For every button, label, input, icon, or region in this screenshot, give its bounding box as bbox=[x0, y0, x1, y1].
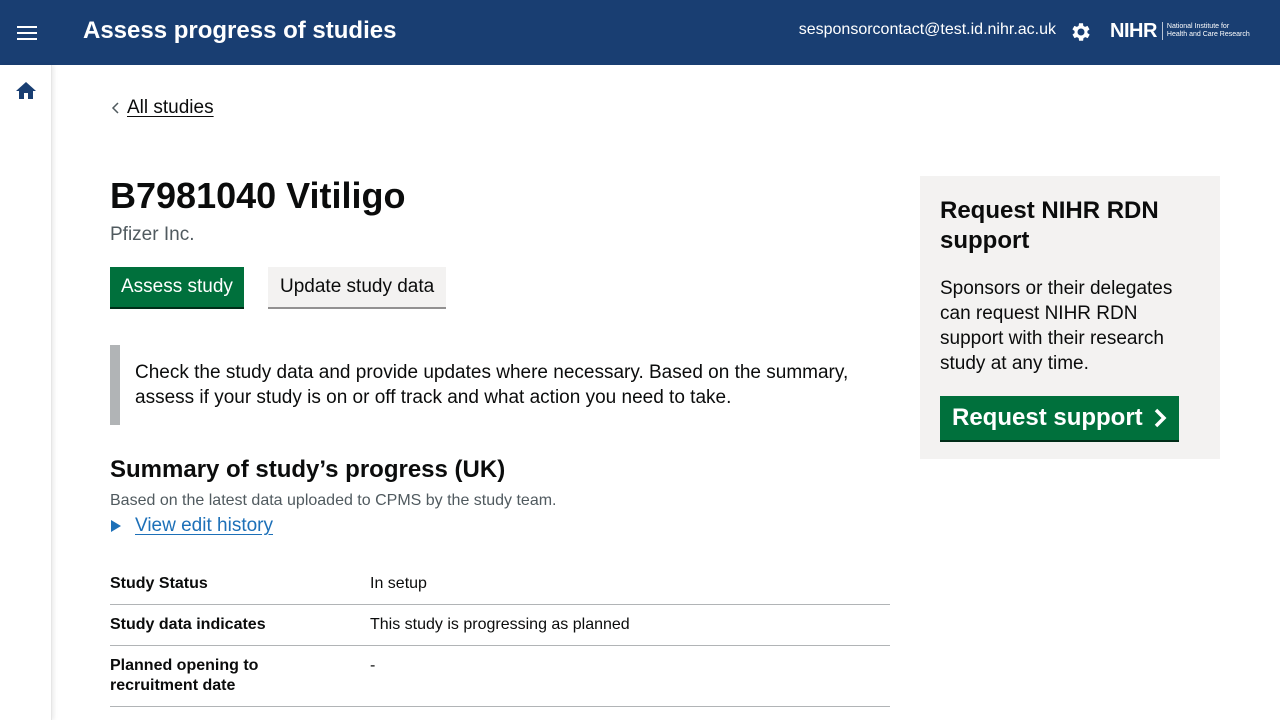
back-link[interactable]: All studies bbox=[110, 97, 214, 119]
chevron-right-icon bbox=[1154, 408, 1167, 428]
back-link-label: All studies bbox=[127, 97, 214, 118]
page-title: B7981040 Vitiligo bbox=[110, 175, 406, 216]
summary-value: This study is progressing as planned bbox=[370, 604, 890, 646]
summary-value: In setup bbox=[370, 564, 890, 605]
gear-icon bbox=[1072, 23, 1090, 41]
summary-row: Study Status In setup bbox=[110, 564, 890, 605]
sponsor-name: Pfizer Inc. bbox=[110, 224, 195, 245]
panel-title: Request NIHR RDN support bbox=[940, 197, 1159, 254]
user-email: sesponsorcontact@test.id.nihr.ac.uk bbox=[798, 21, 1056, 38]
view-edit-history-label: View edit history bbox=[135, 515, 273, 536]
summary-list: Study Status In setup Study data indicat… bbox=[110, 564, 890, 707]
logo-wordmark: NIHR bbox=[1110, 19, 1157, 42]
triangle-right-icon bbox=[111, 520, 121, 532]
top-header: Assess progress of studies sesponsorcont… bbox=[0, 0, 1280, 65]
summary-subtitle: Based on the latest data uploaded to CPM… bbox=[110, 492, 557, 509]
home-icon bbox=[16, 82, 36, 99]
summary-value: - bbox=[370, 645, 890, 707]
logo-subtitle: National Institute for Health and Care R… bbox=[1167, 23, 1250, 39]
view-edit-history-toggle[interactable]: View edit history bbox=[110, 515, 273, 537]
summary-key: Study Status bbox=[110, 564, 370, 605]
menu-icon bbox=[17, 26, 37, 40]
summary-key: Study data indicates bbox=[110, 604, 370, 646]
panel-body: Sponsors or their delegates can request … bbox=[940, 278, 1173, 374]
assess-study-button[interactable]: Assess study bbox=[110, 267, 244, 307]
request-support-label: Request support bbox=[952, 404, 1143, 431]
settings-button[interactable] bbox=[1069, 20, 1093, 44]
request-support-panel: Request NIHR RDN support Sponsors or the… bbox=[920, 176, 1220, 459]
summary-row: Planned opening to recruitment date - bbox=[110, 645, 890, 707]
nihr-logo[interactable]: NIHR National Institute for Health and C… bbox=[1110, 19, 1268, 43]
summary-key: Planned opening to recruitment date bbox=[110, 645, 370, 707]
update-study-data-button[interactable]: Update study data bbox=[268, 267, 447, 307]
summary-heading: Summary of study’s progress (UK) bbox=[110, 456, 506, 483]
logo-subtitle-line2: Health and Care Research bbox=[1166, 31, 1250, 38]
summary-row: Study data indicates This study is progr… bbox=[110, 604, 890, 646]
app-title[interactable]: Assess progress of studies bbox=[83, 17, 396, 45]
logo-divider bbox=[1161, 22, 1163, 40]
logo-subtitle-line1: National Institute for bbox=[1166, 23, 1230, 30]
side-navigation bbox=[0, 65, 52, 720]
menu-button[interactable] bbox=[10, 16, 44, 50]
home-button[interactable] bbox=[14, 79, 38, 103]
request-support-button[interactable]: Request support bbox=[940, 396, 1179, 440]
inset-text: Check the study data and provide updates… bbox=[110, 345, 890, 425]
chevron-left-icon bbox=[111, 102, 119, 114]
